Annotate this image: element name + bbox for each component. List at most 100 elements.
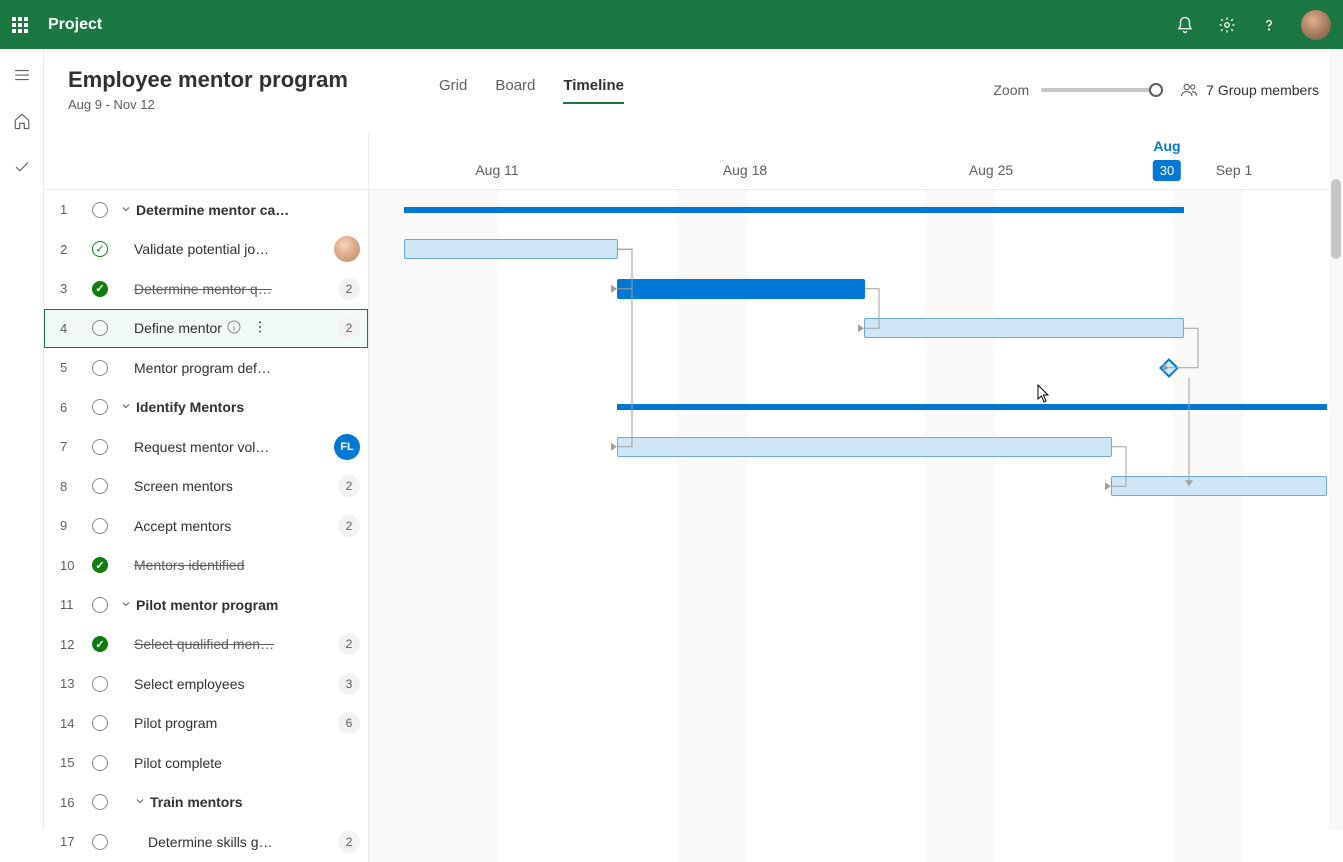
row-right: 6 [338,712,360,734]
task-status-toggle[interactable] [92,241,108,257]
task-status-toggle[interactable] [92,399,108,415]
task-status-toggle[interactable] [92,478,108,494]
checkmark-icon[interactable] [10,155,34,179]
task-status-toggle[interactable] [92,834,108,850]
task-name[interactable]: Pilot complete [134,755,222,771]
header-right [1175,10,1331,40]
task-row[interactable]: 16 Train mentors [44,783,368,823]
app-launcher-icon[interactable] [12,17,28,33]
attachment-count-badge[interactable]: 2 [338,831,360,853]
zoom-slider[interactable] [1041,88,1156,92]
task-status-toggle[interactable] [92,794,108,810]
gantt-task-bar[interactable] [1111,476,1327,496]
task-status-toggle[interactable] [92,518,108,534]
attachment-count-badge[interactable]: 2 [338,317,360,339]
gantt-task-bar[interactable] [617,279,865,299]
user-avatar[interactable] [1301,10,1331,40]
task-row[interactable]: 11Pilot mentor program [44,585,368,625]
zoom-slider-thumb[interactable] [1149,83,1163,97]
task-row[interactable]: 3Determine mentor q…2 [44,269,368,309]
tab-timeline[interactable]: Timeline [563,77,624,104]
task-name[interactable]: Validate potential jo… [134,241,269,257]
zoom-control: Zoom [993,82,1156,98]
task-row[interactable]: 9Accept mentors2 [44,506,368,546]
task-name[interactable]: Pilot mentor program [136,597,278,613]
hamburger-icon[interactable] [10,63,34,87]
timescale-tick: Aug 11 [475,162,518,178]
help-icon[interactable] [1259,15,1279,35]
task-row[interactable]: 14Pilot program6 [44,704,368,744]
task-row[interactable]: 1Determine mentor ca… [44,190,368,230]
task-status-toggle[interactable] [92,202,108,218]
task-name[interactable]: Define mentor [134,320,222,336]
gantt-task-bar[interactable] [617,437,1112,457]
task-status-toggle[interactable] [92,597,108,613]
task-status-toggle[interactable] [92,281,108,297]
task-row[interactable]: 2Validate potential jo… [44,230,368,270]
task-status-toggle[interactable] [92,715,108,731]
task-row[interactable]: 13Select employees3 [44,664,368,704]
vertical-scrollbar[interactable] [1329,49,1343,830]
task-row[interactable]: 17Determine skills g…2 [44,822,368,862]
expand-caret-icon[interactable] [134,794,146,810]
gantt-summary-bar[interactable] [617,404,1327,410]
attachment-count-badge[interactable]: 2 [338,278,360,300]
task-name[interactable]: Train mentors [150,794,243,810]
task-name[interactable]: Accept mentors [134,518,231,534]
scrollbar-thumb[interactable] [1331,179,1341,259]
task-status-toggle[interactable] [92,439,108,455]
task-row[interactable]: 12Select qualified men…2 [44,625,368,665]
task-name[interactable]: Determine skills g… [148,834,272,850]
attachment-count-badge[interactable]: 2 [338,515,360,537]
task-name[interactable]: Pilot program [134,715,217,731]
row-right: 2 [338,475,360,497]
task-row[interactable]: 6Identify Mentors [44,388,368,428]
task-name[interactable]: Mentors identified [134,557,245,573]
task-name[interactable]: Determine mentor q… [134,281,272,297]
task-row[interactable]: 7Request mentor vol…FL [44,427,368,467]
task-row[interactable]: 5Mentor program def… [44,348,368,388]
timeline-panel[interactable]: Aug30Aug 11Aug 18Aug 25Sep 1 [369,132,1343,862]
task-status-toggle[interactable] [92,755,108,771]
gantt-task-bar[interactable] [404,239,618,259]
task-name[interactable]: Select employees [134,676,245,692]
expand-caret-icon[interactable] [120,399,132,415]
gantt-milestone[interactable] [1159,358,1179,378]
group-members-button[interactable]: 7 Group members [1180,81,1319,99]
gantt-summary-bar[interactable] [404,207,1184,213]
info-icon[interactable] [226,319,242,338]
home-icon[interactable] [10,109,34,133]
task-row[interactable]: 8Screen mentors2 [44,467,368,507]
gantt-task-bar[interactable] [864,318,1184,338]
timescale-today-badge[interactable]: 30 [1153,160,1181,181]
task-list-panel: 1Determine mentor ca…2Validate potential… [44,132,369,862]
task-row[interactable]: 4Define mentor2 [44,309,368,349]
task-row[interactable]: 10Mentors identified [44,546,368,586]
assignee-avatar[interactable]: FL [334,434,360,460]
row-number: 16 [60,795,80,810]
notifications-icon[interactable] [1175,15,1195,35]
attachment-count-badge[interactable]: 2 [338,633,360,655]
attachment-count-badge[interactable]: 6 [338,712,360,734]
task-name[interactable]: Screen mentors [134,478,233,494]
task-status-toggle[interactable] [92,676,108,692]
task-status-toggle[interactable] [92,320,108,336]
assignee-avatar[interactable] [334,236,360,262]
attachment-count-badge[interactable]: 2 [338,475,360,497]
task-name[interactable]: Request mentor vol… [134,439,269,455]
tab-grid[interactable]: Grid [439,77,467,104]
settings-icon[interactable] [1217,15,1237,35]
task-row[interactable]: 15Pilot complete [44,743,368,783]
task-name[interactable]: Mentor program def… [134,360,271,376]
task-name[interactable]: Select qualified men… [134,636,274,652]
attachment-count-badge[interactable]: 3 [338,673,360,695]
expand-caret-icon[interactable] [120,597,132,613]
more-options-icon[interactable] [252,319,268,338]
expand-caret-icon[interactable] [120,202,132,218]
task-name[interactable]: Identify Mentors [136,399,244,415]
task-name[interactable]: Determine mentor ca… [136,202,289,218]
task-status-toggle[interactable] [92,557,108,573]
task-status-toggle[interactable] [92,636,108,652]
task-status-toggle[interactable] [92,360,108,376]
tab-board[interactable]: Board [495,77,535,104]
